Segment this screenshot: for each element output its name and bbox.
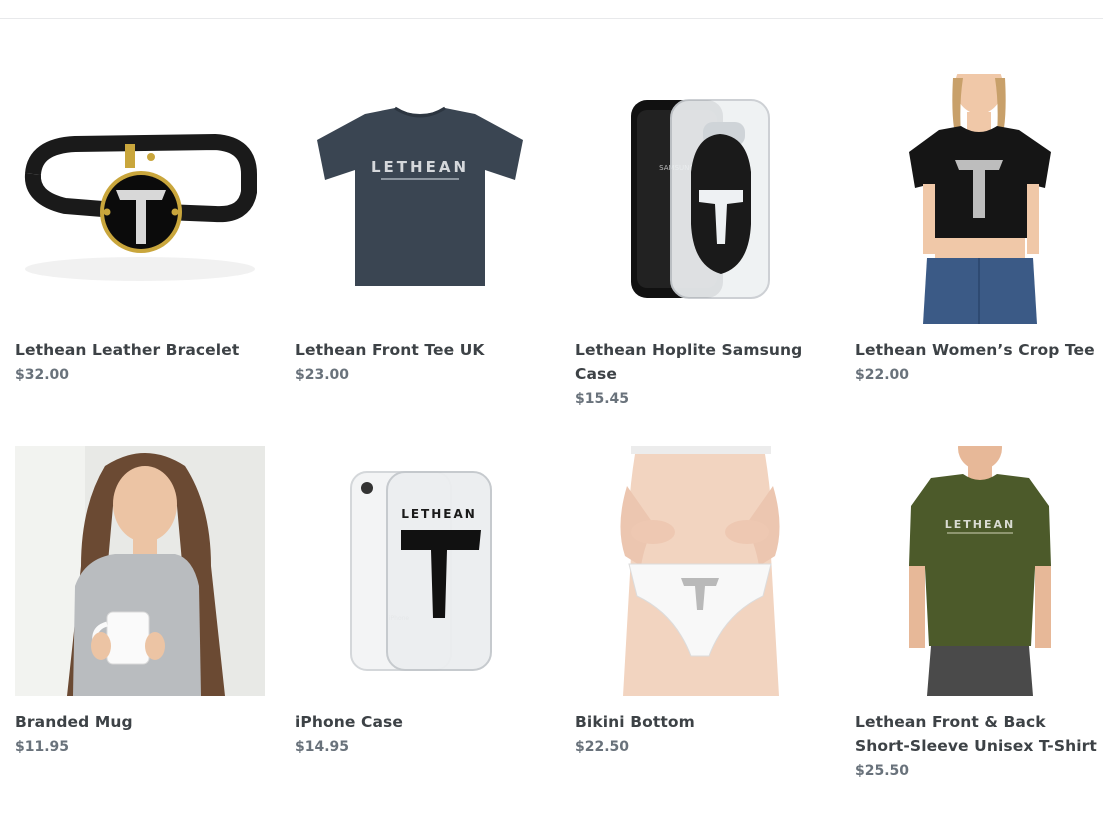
crop-tee-image[interactable] (855, 74, 1103, 324)
samsung-case-image[interactable]: SAMSUNG (575, 74, 825, 324)
mug-image[interactable] (15, 446, 265, 696)
product-price: $11.95 (15, 739, 70, 755)
product-title[interactable]: Branded Mug (15, 710, 265, 734)
product-price: $25.50 (855, 763, 910, 779)
product-title[interactable]: Lethean Front Tee UK (295, 338, 545, 362)
product-price: $32.00 (15, 367, 70, 383)
olive-tshirt-image[interactable]: LETHEAN (855, 446, 1103, 696)
product-title[interactable]: Bikini Bottom (575, 710, 825, 734)
header-divider (0, 18, 1103, 19)
svg-text:LETHEAN: LETHEAN (945, 518, 1015, 531)
tshirt-image[interactable]: LETHEAN (295, 74, 545, 324)
product-title[interactable]: Lethean Leather Bracelet (15, 338, 265, 362)
product-title[interactable]: Lethean Front & Back Short-Sleeve Unisex… (855, 710, 1103, 758)
product-price: $23.00 (295, 367, 350, 383)
bikini-image[interactable] (575, 446, 825, 696)
bracelet-image[interactable] (15, 74, 265, 324)
svg-text:LETHEAN: LETHEAN (401, 507, 477, 521)
product-title[interactable]: iPhone Case (295, 710, 545, 734)
product-price: $14.95 (295, 739, 350, 755)
iphone-case-image[interactable]: iPhone LETHEAN (295, 446, 545, 696)
product-price: $22.50 (575, 739, 630, 755)
product-title[interactable]: Lethean Women’s Crop Tee (855, 338, 1103, 362)
svg-text:LETHEAN: LETHEAN (371, 158, 469, 176)
product-title[interactable]: Lethean Hoplite Samsung Case (575, 338, 825, 386)
product-price: $22.00 (855, 367, 910, 383)
product-price: $15.45 (575, 391, 630, 407)
